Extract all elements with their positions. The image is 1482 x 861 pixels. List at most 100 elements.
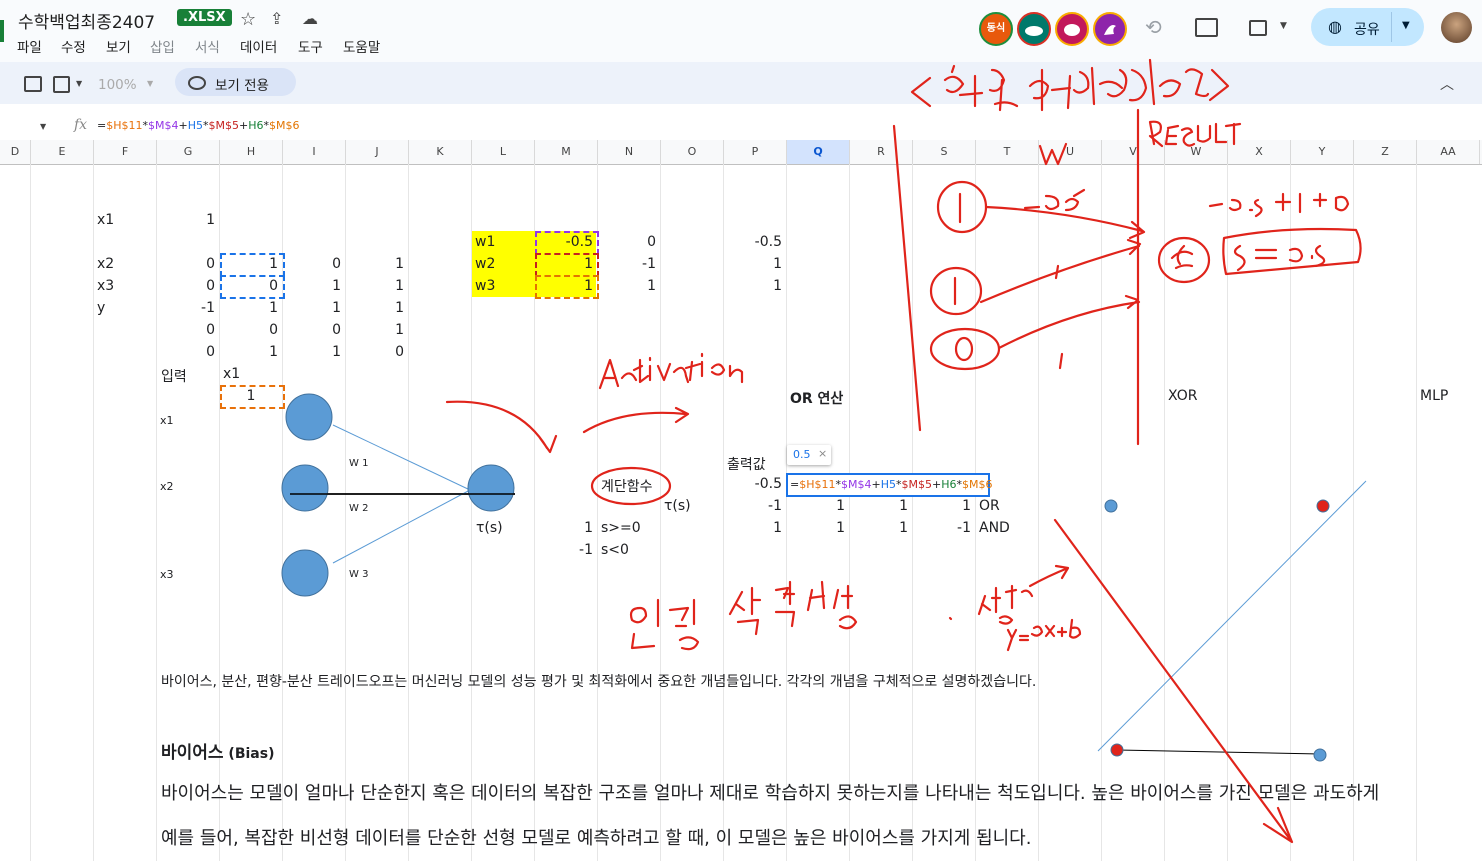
col-header-q[interactable]: Q [787,140,850,164]
cell-g7[interactable]: -1 [157,300,215,316]
menu-help[interactable]: 도움말 [343,36,380,56]
cell-x1-label[interactable]: x1 [97,212,114,228]
print-icon[interactable] [24,76,42,92]
cell-x3-label[interactable]: x3 [97,278,114,294]
zoom-caret-icon[interactable]: ▼ [147,79,153,88]
cell-j7[interactable]: 1 [346,300,404,316]
menu-insert[interactable]: 삽입 [150,36,175,56]
cell-n4[interactable]: 0 [598,234,656,250]
col-header-z[interactable]: Z [1354,140,1417,164]
menu-file[interactable]: 파일 [17,36,42,56]
col-header-l[interactable]: L [472,140,535,164]
col-header-r[interactable]: R [850,140,913,164]
col-header-o[interactable]: O [661,140,724,164]
collaborator-avatar-4[interactable] [1093,12,1127,46]
cell-w1-label[interactable]: w1 [475,234,495,250]
cell-j6[interactable]: 1 [346,278,404,294]
cell-h9[interactable]: 1 [220,344,278,360]
comments-icon[interactable] [1195,18,1218,37]
menu-view[interactable]: 보기 [106,36,131,56]
user-avatar[interactable] [1441,12,1472,43]
col-header-x[interactable]: X [1228,140,1291,164]
cell-g9[interactable]: 0 [157,344,215,360]
cell-x1-value[interactable]: 1 [157,212,215,228]
col-header-e[interactable]: E [31,140,94,164]
format-caret-icon[interactable]: ▼ [76,79,82,88]
cell-r13[interactable]: 1 [850,498,908,514]
cell-p6[interactable]: 1 [724,278,782,294]
document-title[interactable]: 수학백업최종2407 [18,8,155,33]
col-header-y[interactable]: Y [1291,140,1354,164]
menu-data[interactable]: 데이터 [240,36,277,56]
cell-t14[interactable]: AND [979,520,1010,536]
cell-j9[interactable]: 0 [346,344,404,360]
col-header-u[interactable]: U [1039,140,1102,164]
cell-x2-label[interactable]: x2 [97,256,114,272]
cell-p14[interactable]: 1 [724,520,782,536]
cell-p13[interactable]: -1 [724,498,782,514]
bias-heading[interactable]: 바이어스 (Bias) [161,738,274,763]
cell-n15[interactable]: s<0 [601,542,629,558]
col-header-i[interactable]: I [283,140,346,164]
cell-j5[interactable]: 1 [346,256,404,272]
col-header-p[interactable]: P [724,140,787,164]
cell-i8[interactable]: 0 [283,322,341,338]
cell-w3-label[interactable]: w3 [475,278,495,294]
cell-i6[interactable]: 1 [283,278,341,294]
cell-n6[interactable]: 1 [598,278,656,294]
cell-tau-s-2[interactable]: τ(s) [664,498,691,514]
cell-t13[interactable]: OR [979,498,1000,514]
cell-r14[interactable]: 1 [850,520,908,536]
col-header-f[interactable]: F [94,140,157,164]
cell-p4[interactable]: -0.5 [724,234,782,250]
collapse-icon[interactable]: ︿ [1440,74,1454,94]
col-header-d[interactable]: D [0,140,31,164]
col-header-n[interactable]: N [598,140,661,164]
menu-format[interactable]: 서식 [195,36,220,56]
cell-q13[interactable]: 1 [787,498,845,514]
share-dropdown-icon[interactable]: ▼ [1402,20,1410,31]
cell-s14[interactable]: -1 [913,520,971,536]
cell-h8[interactable]: 0 [220,322,278,338]
history-icon[interactable]: ⟲ [1145,15,1162,39]
cell-i9[interactable]: 1 [283,344,341,360]
col-header-t[interactable]: T [976,140,1039,164]
cell-n14[interactable]: s>=0 [601,520,641,536]
cell-i5[interactable]: 0 [283,256,341,272]
cell-j8[interactable]: 1 [346,322,404,338]
name-box-caret-icon[interactable]: ▼ [40,122,46,131]
formula-input[interactable]: =$H$11*$M$4+H5*$M$5+H6*$M$6 [97,119,299,132]
cell-input-x1[interactable]: x1 [223,366,240,382]
cell-i7[interactable]: 1 [283,300,341,316]
intro-text[interactable]: 바이어스, 분산, 편향-분산 트레이드오프는 머신러닝 모델의 성능 평가 및… [161,671,1036,691]
collaborator-avatar-2[interactable] [1017,12,1051,46]
cell-w2-label[interactable]: w2 [475,256,495,272]
col-header-j[interactable]: J [346,140,409,164]
col-header-aa[interactable]: AA [1417,140,1480,164]
cell-h7[interactable]: 1 [220,300,278,316]
col-header-g[interactable]: G [157,140,220,164]
cell-mlp-heading[interactable]: MLP [1420,388,1448,404]
col-header-h[interactable]: H [220,140,283,164]
cell-p-output[interactable]: -0.5 [724,476,782,492]
col-header-m[interactable]: M [535,140,598,164]
cloud-status-icon[interactable]: ☁ [302,9,318,28]
cell-p5[interactable]: 1 [724,256,782,272]
star-icon[interactable]: ☆ [240,9,256,30]
cell-n5[interactable]: -1 [598,256,656,272]
menu-tools[interactable]: 도구 [298,36,323,56]
cell-g6[interactable]: 0 [157,278,215,294]
bias-paragraph-1[interactable]: 바이어스는 모델이 얼마나 단순한지 혹은 데이터의 복잡한 구조를 얼마나 제… [161,779,1379,805]
cell-input-label[interactable]: 입력 [161,366,187,386]
cell-y-label[interactable]: y [97,300,105,316]
meet-icon[interactable] [1249,20,1267,36]
col-header-w[interactable]: W [1165,140,1228,164]
col-header-v[interactable]: V [1102,140,1165,164]
collaborator-avatar-3[interactable] [1055,12,1089,46]
cell-q14[interactable]: 1 [787,520,845,536]
cell-xor-heading[interactable]: XOR [1168,388,1197,404]
col-header-s[interactable]: S [913,140,976,164]
menu-edit[interactable]: 수정 [61,36,86,56]
collaborator-avatar-1[interactable]: 동식 [979,12,1013,46]
active-cell-formula[interactable]: =$H$11*$M$4+H5*$M$5+H6*$M$6 [790,478,992,491]
